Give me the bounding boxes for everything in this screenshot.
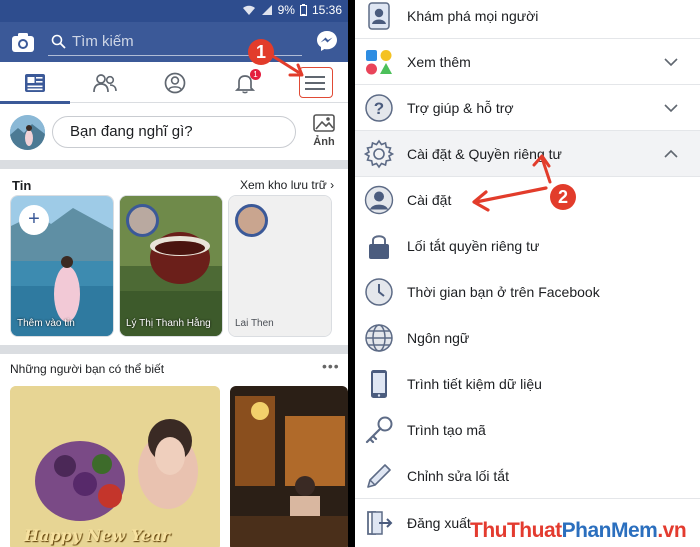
people-icon [368, 2, 390, 30]
menu-item-settings[interactable]: Cài đặt [355, 177, 700, 223]
menu-item-label: Trợ giúp & hỗ trợ [407, 100, 514, 116]
story-card[interactable]: Lai Then [228, 195, 332, 337]
search-icon [51, 34, 66, 49]
menu-item-label: Khám phá mọi người [407, 8, 539, 24]
stories-archive-link[interactable]: Xem kho lưu trữ › [240, 178, 334, 192]
more-options-icon[interactable]: ••• [322, 358, 340, 374]
help-icon: ? [365, 94, 393, 122]
chevron-up-icon [664, 149, 678, 158]
menu-item-label: Đăng xuất [407, 515, 471, 531]
pencil-icon [367, 464, 391, 488]
chevron-right-icon: › [330, 178, 335, 192]
tab-friends[interactable] [76, 62, 134, 103]
signal-icon [261, 5, 272, 15]
battery-level: 9% [277, 3, 295, 17]
photo-label: Ảnh [313, 136, 335, 148]
phone-icon [371, 370, 387, 398]
menu-item-label: Ngôn ngữ [407, 330, 470, 346]
menu-item-language[interactable]: Ngôn ngữ [355, 315, 700, 361]
step1-callout: 1 [248, 39, 274, 65]
menu-item-label: Thời gian bạn ở trên Facebook [407, 284, 600, 300]
suggestion-photo [10, 386, 220, 547]
menu-item-help-support[interactable]: ? Trợ giúp & hỗ trợ [355, 85, 700, 131]
section-divider [0, 160, 348, 169]
watermark-part3: .vn [657, 519, 687, 542]
photo-icon [313, 114, 335, 132]
messenger-icon[interactable] [316, 30, 338, 52]
clock-icon [365, 278, 393, 306]
menu-item-label: Lối tắt quyền riêng tư [407, 238, 540, 254]
camera-icon[interactable] [11, 31, 35, 53]
suggestion-card[interactable] [230, 386, 348, 547]
facebook-menu-screen: Khám phá mọi người Xem thêm ? Trợ giúp &… [355, 0, 700, 547]
watermark-part1: ThuThuat [470, 519, 562, 542]
archive-link-label: Xem kho lưu trữ [240, 178, 327, 192]
site-watermark: ThuThuatPhanMem.vn [470, 519, 687, 543]
add-story-icon: + [19, 205, 49, 235]
story-card[interactable]: Lý Thị Thanh Hằng [119, 195, 223, 337]
menu-item-settings-privacy[interactable]: Cài đặt & Quyền riêng tư [355, 131, 700, 177]
suggestion-card[interactable]: Happy New Year [10, 386, 220, 547]
menu-item-label: Xem thêm [407, 54, 471, 70]
menu-item-label: Cài đặt & Quyền riêng tư [407, 146, 562, 162]
stories-title: Tin [12, 178, 32, 193]
battery-icon [299, 4, 307, 16]
menu-item-privacy-shortcuts[interactable]: Lối tắt quyền riêng tư [355, 223, 700, 269]
story-card-add[interactable]: + Thêm vào tin [10, 195, 114, 337]
tab-notifications[interactable]: 1 [216, 62, 274, 103]
menu-item-label: Cài đặt [407, 192, 452, 208]
logout-icon [367, 511, 393, 535]
suggestion-photo [230, 386, 348, 547]
news-feed-icon [25, 73, 45, 92]
gear-icon [363, 139, 395, 169]
story-label: Thêm vào tin [17, 318, 75, 329]
menu-item-code-generator[interactable]: Trình tạo mã [355, 407, 700, 453]
key-icon [365, 416, 393, 444]
suggestions-title: Những người bạn có thể biết [10, 362, 165, 376]
post-composer: Bạn đang nghĩ gì? Ảnh [0, 104, 348, 159]
wifi-icon [242, 5, 255, 15]
menu-item-data-saver[interactable]: Trình tiết kiệm dữ liệu [355, 361, 700, 407]
menu-item-label: Trình tiết kiệm dữ liệu [407, 376, 542, 392]
tab-news-feed[interactable] [0, 62, 70, 104]
avatar[interactable] [10, 115, 45, 150]
menu-item-label: Chỉnh sửa lối tắt [407, 468, 509, 484]
watermark-part2: PhanMem [561, 519, 658, 542]
notification-badge: 1 [250, 69, 261, 80]
status-bar: 9% 15:36 [0, 0, 348, 22]
chevron-down-icon [664, 58, 678, 67]
profile-icon [164, 72, 186, 93]
svg-text:?: ? [374, 99, 384, 118]
menu-item-see-more[interactable]: Xem thêm [355, 39, 700, 85]
facebook-feed-screen: 9% 15:36 Tìm kiếm 1 1 Bạn đang nghĩ gì? … [0, 0, 348, 547]
user-icon [364, 185, 394, 215]
tab-profile[interactable] [146, 62, 204, 103]
panel-divider [348, 0, 355, 547]
avatar [235, 204, 268, 237]
avatar [126, 204, 159, 237]
status-input[interactable]: Bạn đang nghĩ gì? [52, 116, 296, 148]
card-greeting-text: Happy New Year [24, 526, 170, 545]
nav-tab-bar: 1 [0, 62, 348, 104]
facebook-top-bar: Tìm kiếm [0, 22, 348, 62]
photo-button[interactable]: Ảnh [310, 113, 338, 148]
story-label: Lý Thị Thanh Hằng [126, 318, 211, 329]
chevron-down-icon [664, 104, 678, 113]
step2-callout: 2 [550, 184, 576, 210]
search-placeholder: Tìm kiếm [72, 33, 134, 50]
menu-item-discover-people[interactable]: Khám phá mọi người [355, 0, 700, 39]
section-divider [0, 345, 348, 354]
menu-item-edit-shortcuts[interactable]: Chỉnh sửa lối tắt [355, 453, 700, 499]
shapes-icon [366, 50, 392, 75]
menu-item-your-time[interactable]: Thời gian bạn ở trên Facebook [355, 269, 700, 315]
menu-item-label: Trình tạo mã [407, 422, 486, 438]
lock-icon [369, 235, 389, 259]
menu-highlight-box [299, 67, 333, 98]
friends-icon [93, 73, 117, 92]
clock-time: 15:36 [311, 3, 342, 17]
story-label: Lai Then [235, 318, 274, 329]
globe-icon [365, 324, 393, 352]
